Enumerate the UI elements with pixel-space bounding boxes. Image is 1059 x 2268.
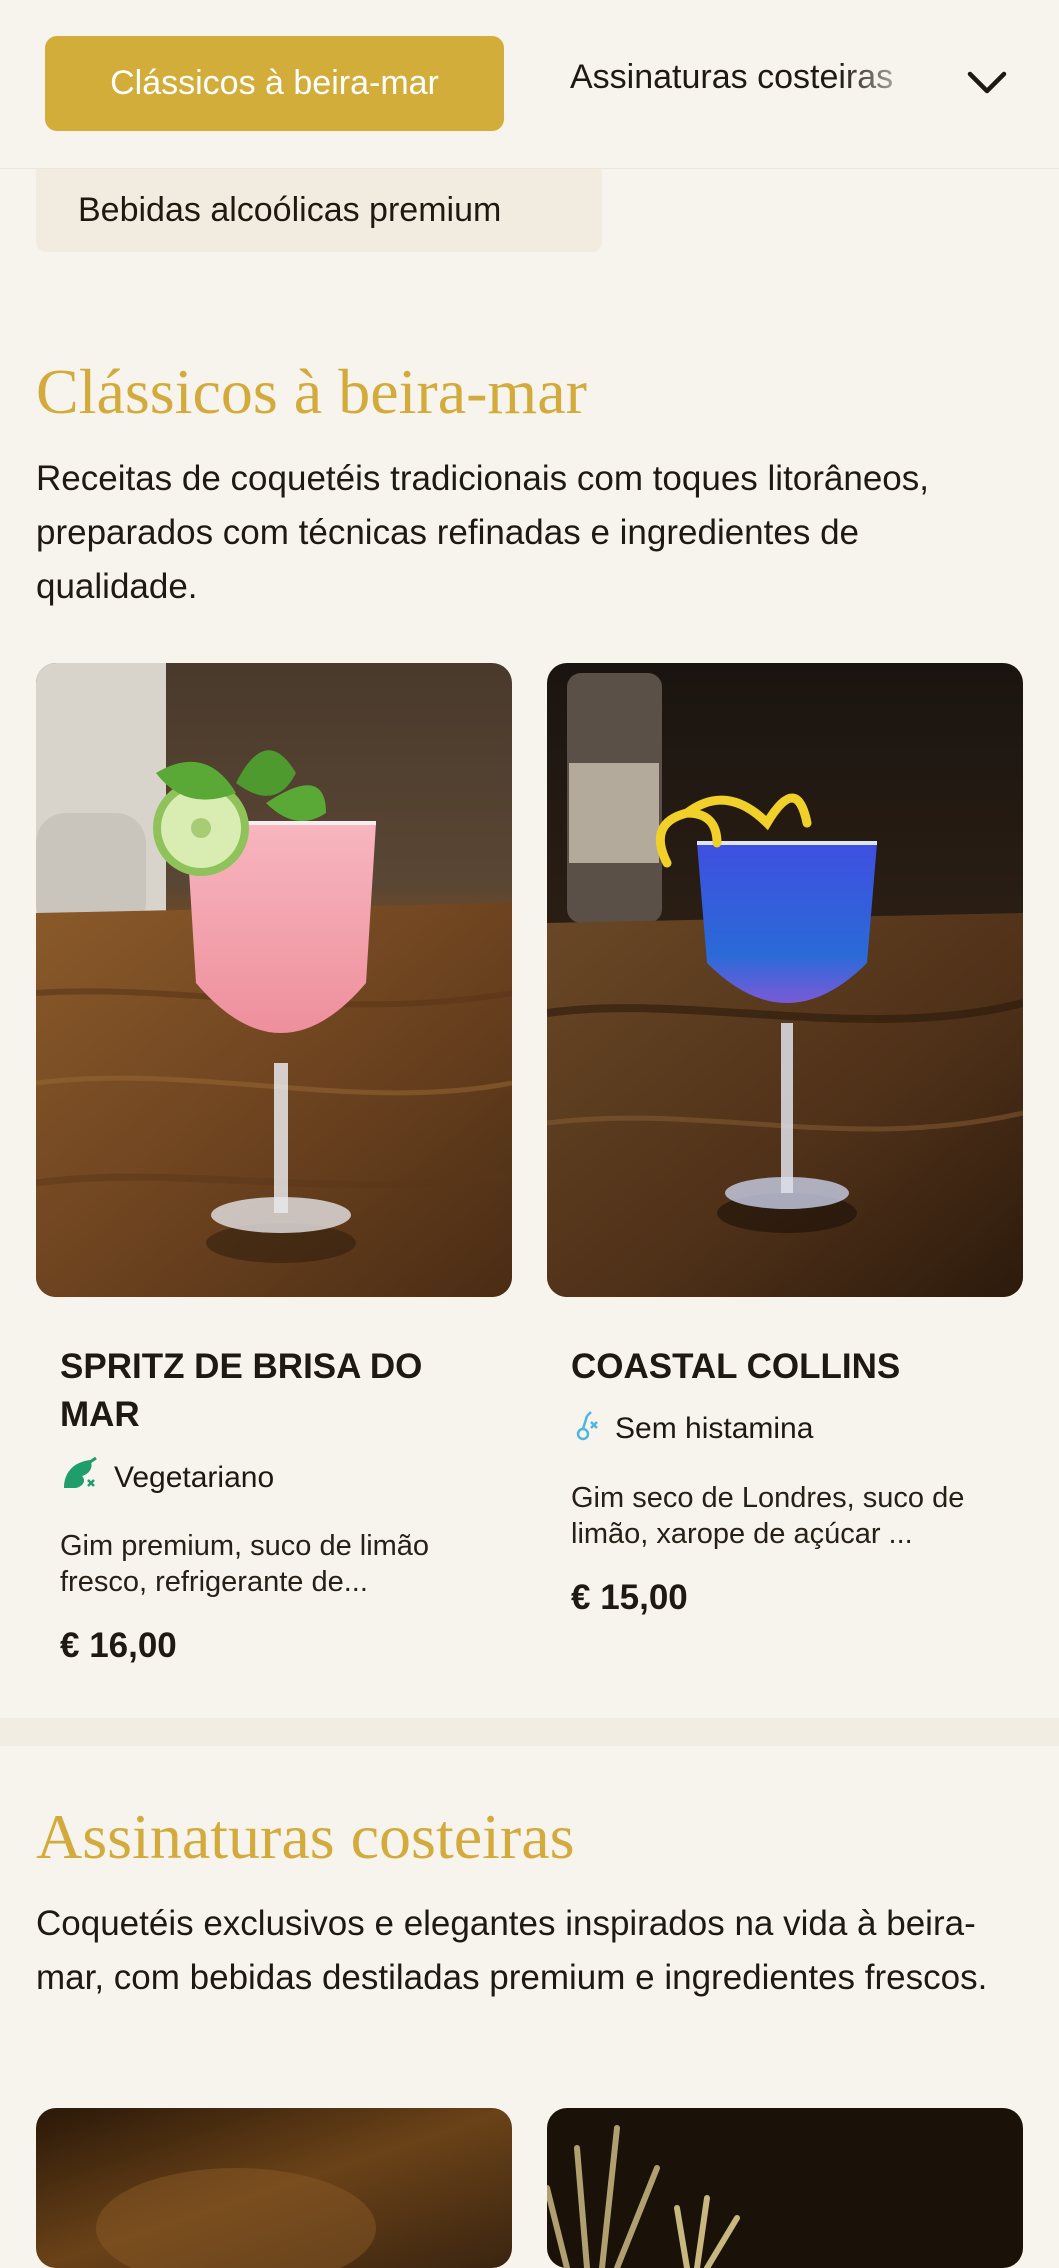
menu-card-signature-1[interactable] — [36, 2108, 512, 2268]
vegetarian-icon — [60, 1456, 100, 1500]
chevron-down-icon[interactable] — [962, 58, 1012, 108]
section-description-assinaturas: Coquetéis exclusivos e elegantes inspira… — [36, 1904, 988, 1997]
menu-card-spritz[interactable]: SPRITZ DE BRISA DO MAR Vegetariano Gim p… — [36, 663, 512, 1683]
dietary-tag-label: Vegetariano — [114, 1461, 275, 1494]
tab-classicos[interactable]: Clássicos à beira-mar — [45, 36, 504, 131]
dietary-tag: Vegetariano — [60, 1456, 274, 1500]
dietary-tag-label: Sem histamina — [615, 1412, 814, 1445]
menu-card-signature-2[interactable] — [547, 2108, 1023, 2268]
card-title: SPRITZ DE BRISA DO MAR — [60, 1347, 423, 1434]
tab-fade-overlay — [840, 40, 950, 130]
signature-cocktail-photo-2 — [547, 2108, 1023, 2268]
card-price: € 15,00 — [571, 1578, 688, 1617]
blue-gin-cocktail-photo — [547, 663, 1023, 1297]
section-description-classicos: Receitas de coquetéis tradicionais com t… — [36, 459, 929, 606]
pink-spritz-cocktail-photo — [36, 663, 512, 1297]
dietary-tag: Sem histamina — [571, 1408, 813, 1450]
section-title-assinaturas: Assinaturas costeiras — [36, 1801, 575, 1872]
section-title-classicos: Clássicos à beira-mar — [36, 356, 587, 427]
card-description: Gim premium, suco de limão fresco, refri… — [60, 1530, 430, 1598]
section-divider — [0, 1718, 1059, 1746]
card-title: COASTAL COLLINS — [571, 1347, 901, 1386]
histamine-free-icon — [571, 1408, 601, 1450]
category-tab-bar: Clássicos à beira-mar Assinaturas costei… — [0, 0, 1059, 169]
tab-bebidas-premium[interactable]: Bebidas alcoólicas premium — [36, 168, 602, 252]
signature-cocktail-photo-1 — [36, 2108, 512, 2268]
card-price: € 16,00 — [60, 1626, 177, 1665]
card-description: Gim seco de Londres, suco de limão, xaro… — [571, 1482, 965, 1550]
menu-card-coastal-collins[interactable]: COASTAL COLLINS Sem histamina Gim seco d… — [547, 663, 1023, 1643]
